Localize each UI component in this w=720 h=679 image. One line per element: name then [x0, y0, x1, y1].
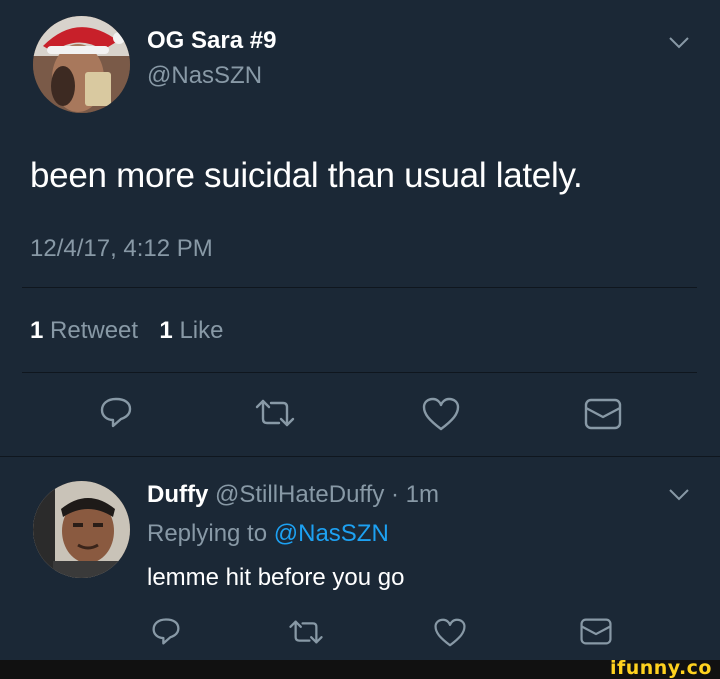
divider	[22, 287, 697, 288]
like-label[interactable]: Like	[179, 317, 223, 344]
reply-handle-time[interactable]: @StillHateDuffy · 1m	[215, 481, 439, 508]
reply-text: lemme hit before you go	[147, 564, 405, 591]
retweet-label[interactable]: Retweet	[50, 317, 138, 344]
retweet-icon[interactable]	[253, 398, 297, 428]
divider	[22, 372, 697, 373]
replying-to: Replying to @NasSZN	[147, 520, 389, 548]
envelope-icon[interactable]	[579, 617, 613, 646]
replying-to-handle[interactable]: @NasSZN	[274, 520, 389, 547]
tweet-timestamp: 12/4/17, 4:12 PM	[30, 235, 213, 262]
reply-header: Duffy @StillHateDuffy · 1m	[147, 481, 439, 509]
chevron-down-icon[interactable]	[668, 36, 690, 50]
retweet-icon[interactable]	[287, 619, 325, 645]
author-name[interactable]: OG Sara #9	[147, 27, 276, 55]
envelope-icon[interactable]	[583, 397, 623, 431]
reply-author-avatar[interactable]	[33, 481, 130, 578]
reply-icon[interactable]	[99, 395, 133, 429]
divider	[0, 456, 720, 457]
tweet-text: been more suicidal than usual lately.	[30, 156, 583, 195]
reply-avatar-image	[33, 481, 130, 578]
tweet-stats: 1 Retweet 1 Like	[30, 317, 223, 345]
watermark-logo: ifunny.co	[609, 657, 712, 679]
replying-to-label: Replying to	[147, 520, 268, 547]
author-avatar-image	[33, 16, 130, 113]
reply-author-name[interactable]: Duffy	[147, 481, 208, 508]
author-avatar[interactable]	[33, 16, 130, 113]
heart-icon[interactable]	[433, 617, 467, 648]
like-count: 1	[159, 317, 173, 344]
retweet-count: 1	[30, 317, 44, 344]
author-handle[interactable]: @NasSZN	[147, 62, 262, 90]
heart-icon[interactable]	[421, 396, 461, 432]
reply-icon[interactable]	[151, 616, 181, 646]
chevron-down-icon[interactable]	[668, 488, 690, 502]
